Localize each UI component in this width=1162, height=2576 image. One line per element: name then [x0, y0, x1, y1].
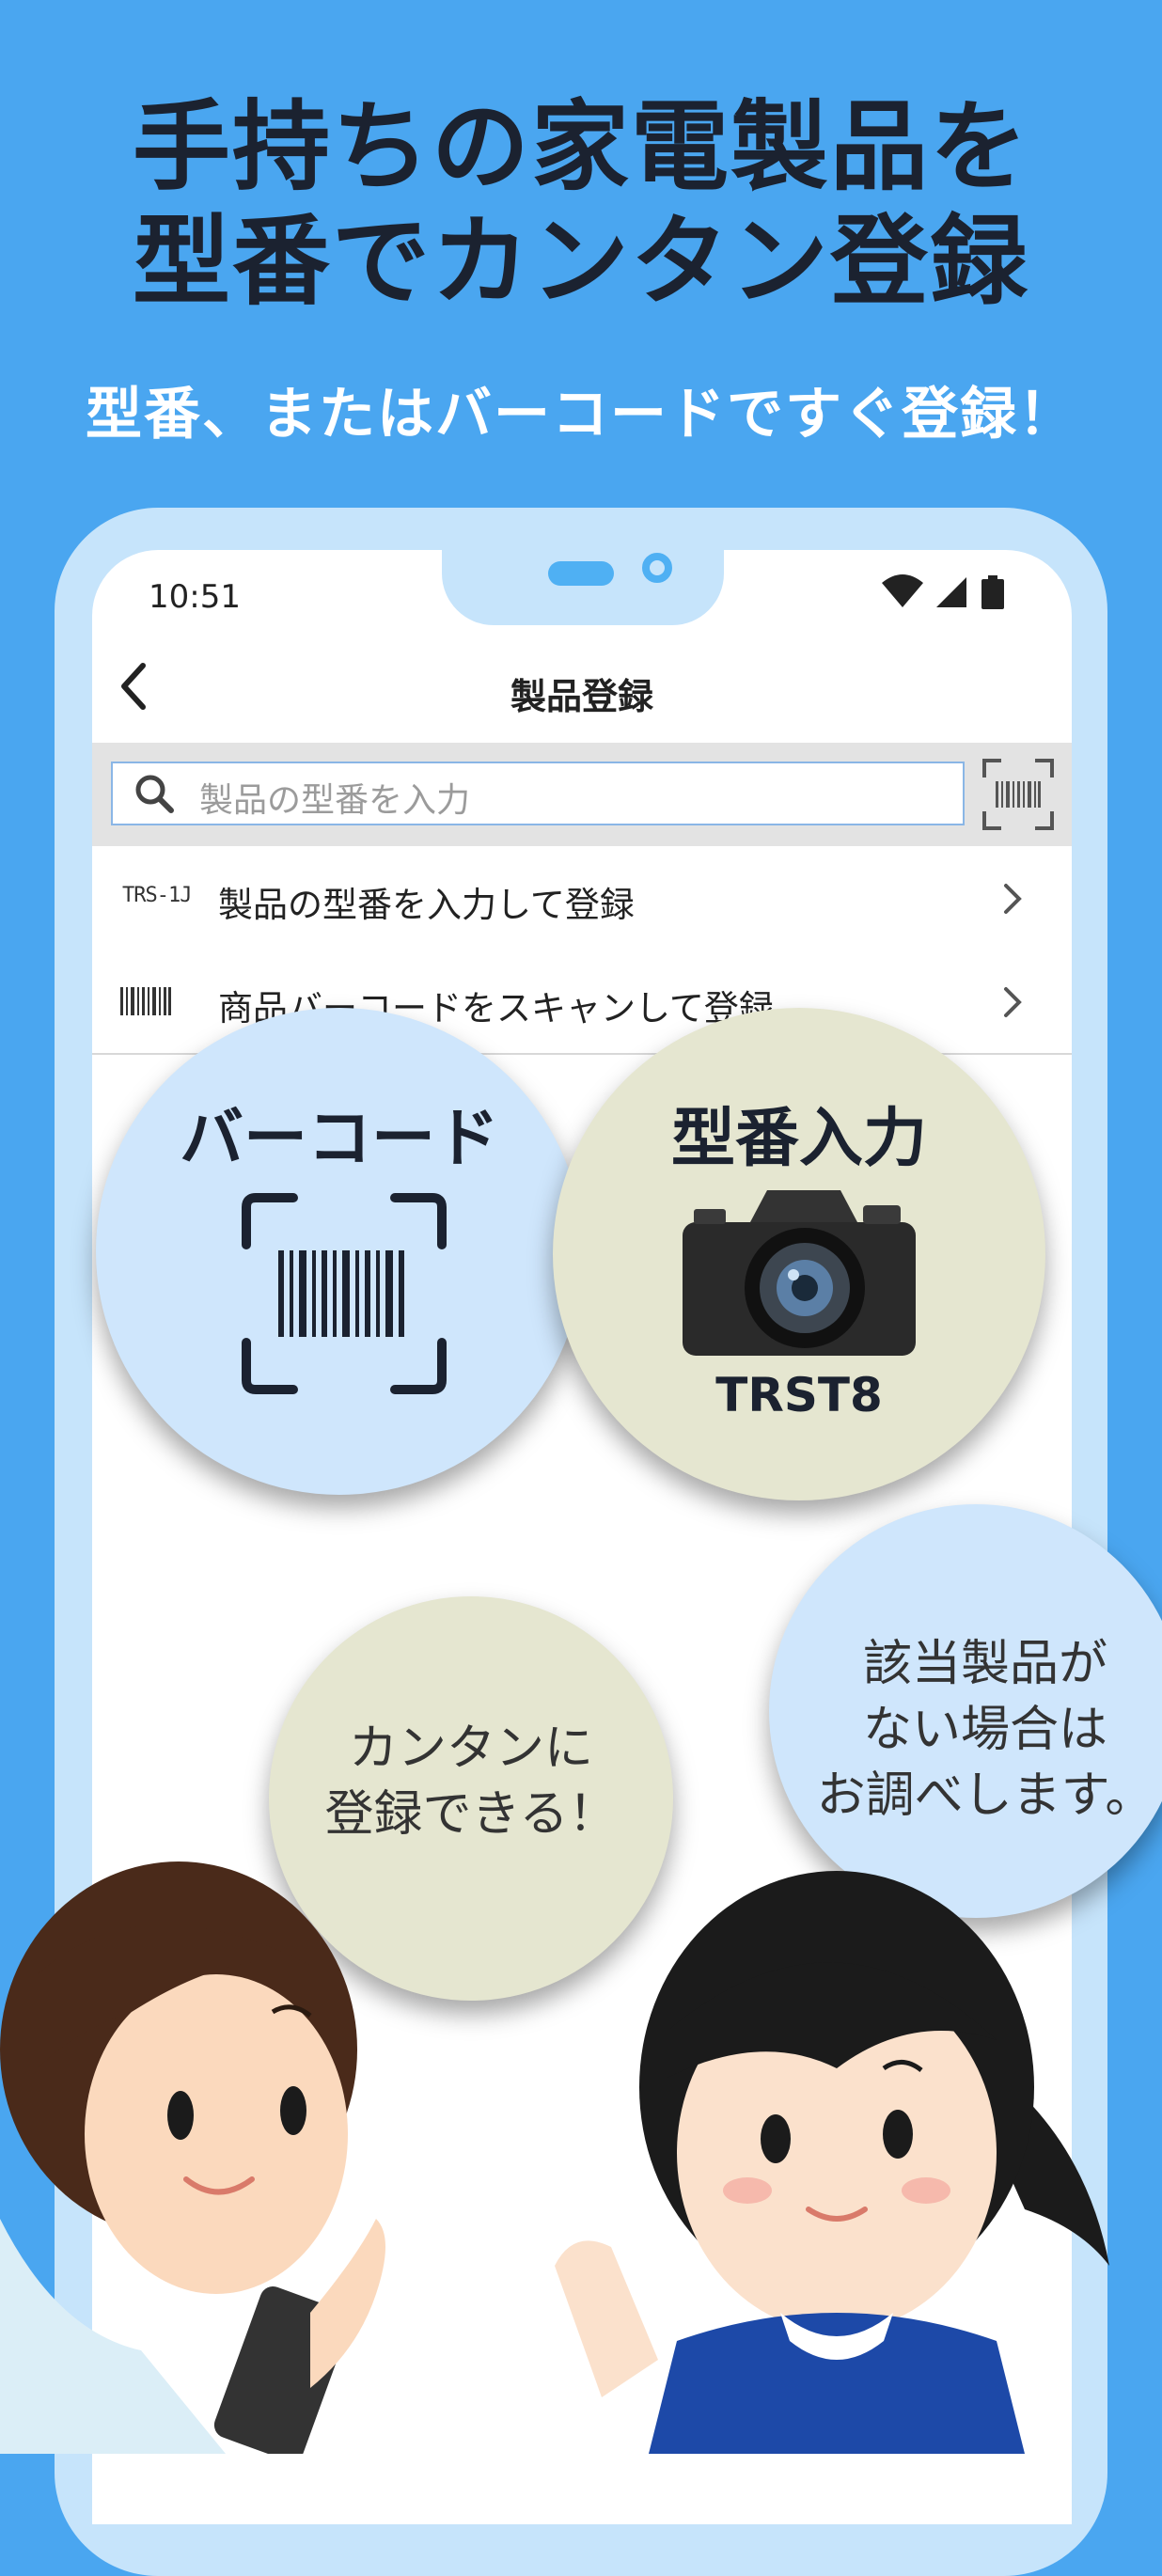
chevron-right-icon	[1004, 987, 1022, 1017]
status-time: 10:51	[149, 578, 241, 616]
status-icons	[882, 574, 1004, 609]
model-code-label: TRST8	[715, 1368, 883, 1422]
headline-line-2: 型番でカンタン登録	[132, 204, 1029, 319]
man-character-illustration	[0, 1861, 385, 2454]
model-number-icon: TRS-1J	[122, 884, 192, 907]
page-title: 製品登録	[510, 676, 653, 717]
list-item-label: 製品の型番を入力して登録	[218, 885, 635, 925]
promo-subheadline: 型番、またはバーコードですぐ登録！	[86, 382, 1076, 448]
barcode-frame-icon	[242, 1193, 447, 1394]
no-product-text: 該当製品が ない場合は お調べします。	[807, 1631, 1162, 1829]
promo-headline: 手持ちの家電製品を 型番でカンタン登録	[0, 89, 1162, 319]
model-bubble-title: 型番入力	[670, 1102, 927, 1176]
barcode-scan-button[interactable]	[981, 757, 1056, 832]
chevron-right-icon	[1004, 884, 1022, 914]
none-line-2: ない場合は	[862, 1702, 1107, 1758]
barcode-bubble-title: バーコード	[179, 1102, 499, 1176]
headline-line-1: 手持ちの家電製品を	[132, 89, 1029, 204]
wifi-icon	[882, 574, 923, 607]
battery-icon	[981, 575, 1004, 609]
none-line-1: 該当製品が	[862, 1636, 1107, 1692]
search-icon	[135, 775, 174, 813]
woman-character-illustration	[555, 1871, 1109, 2454]
front-camera-icon	[642, 553, 672, 583]
speaker-icon	[548, 561, 614, 586]
none-line-3: お調べします。	[816, 1767, 1154, 1824]
signal-icon	[936, 577, 966, 607]
camera-icon	[683, 1190, 916, 1356]
search-placeholder: 製品の型番を入力	[199, 781, 471, 820]
easy-line-1: カンタンに	[348, 1720, 593, 1777]
barcode-icon	[120, 987, 171, 1015]
